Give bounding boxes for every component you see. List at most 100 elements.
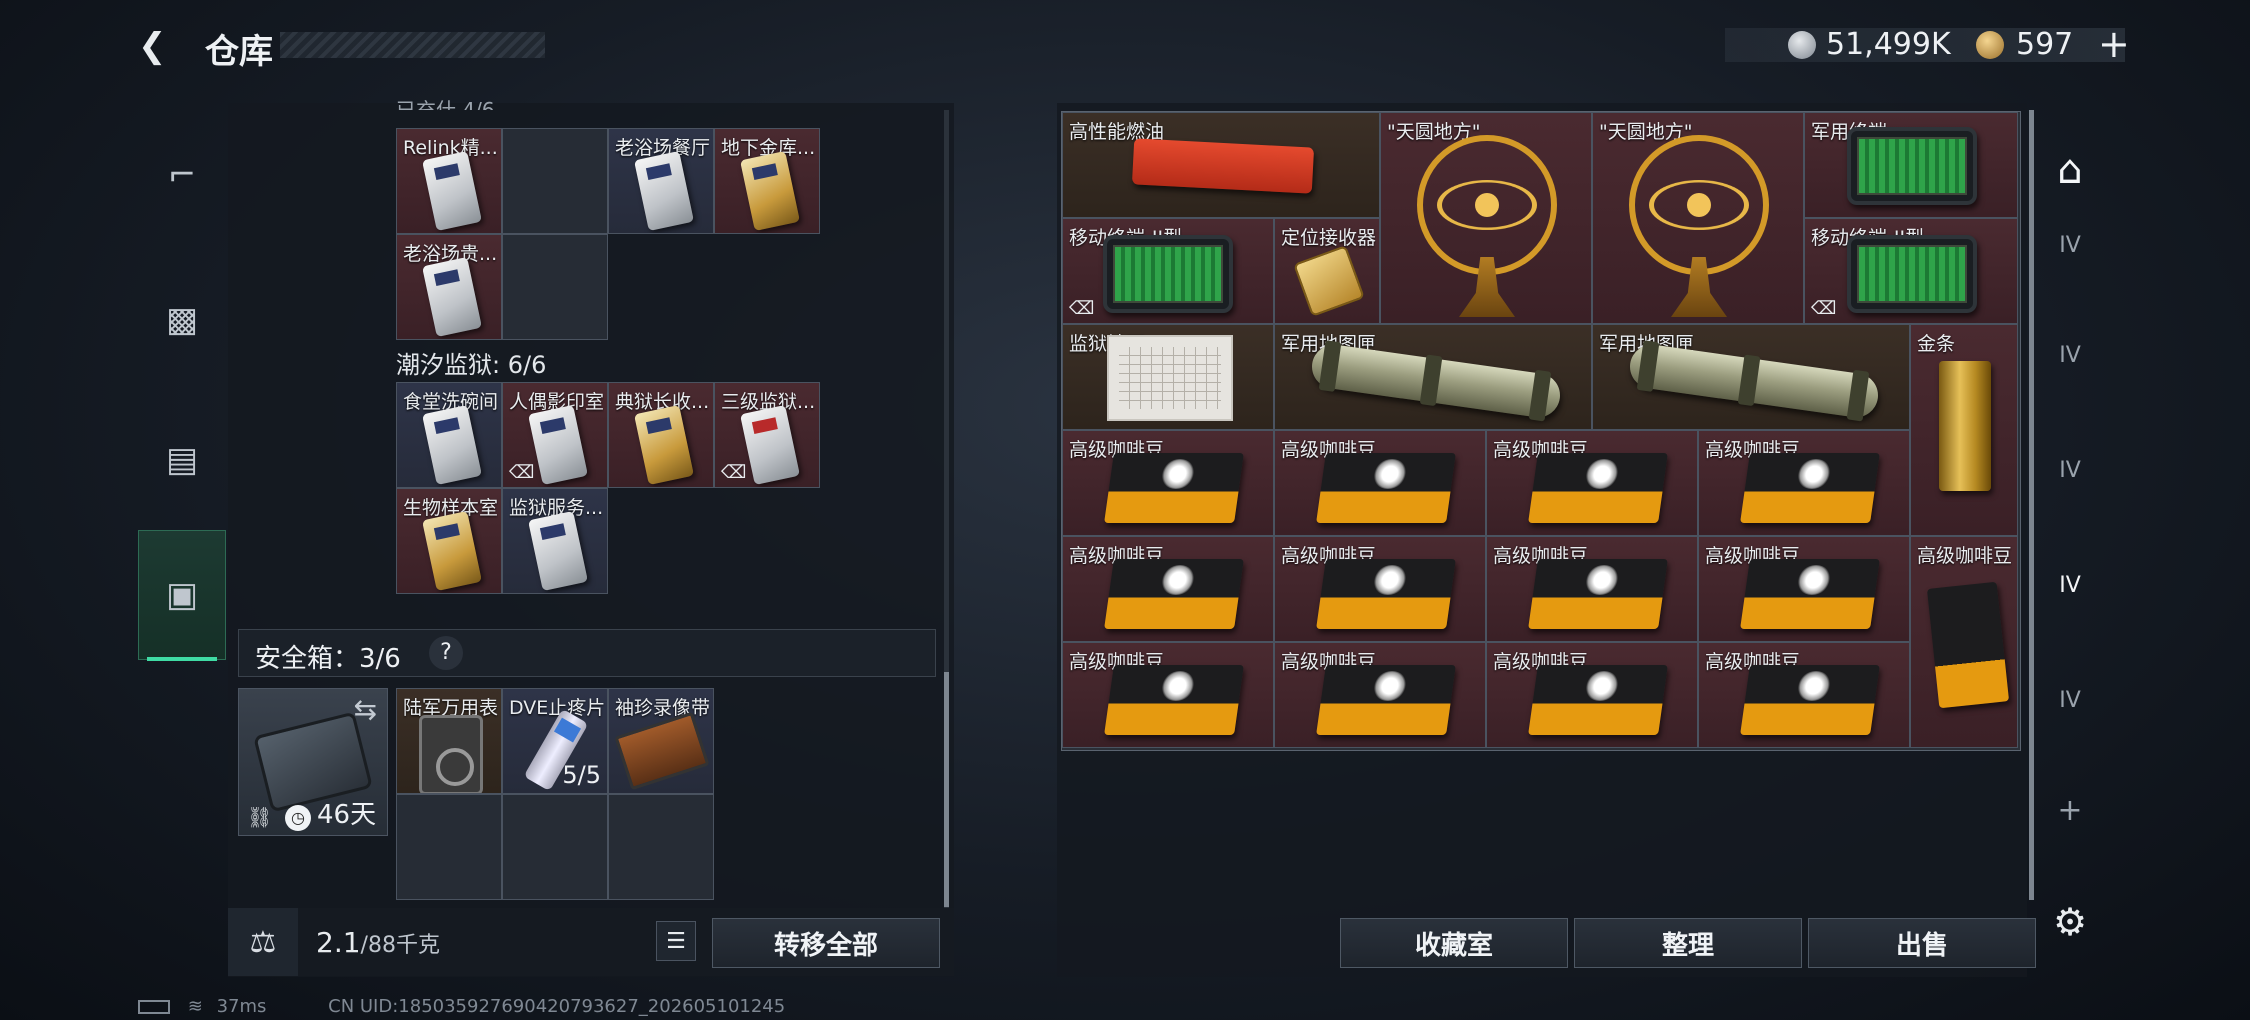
storage-item[interactable]: 高级咖啡豆 xyxy=(1910,536,2018,748)
keycard-icon xyxy=(422,511,482,591)
keycard-slot[interactable]: 食堂洗碗间 xyxy=(396,382,502,488)
keycard-slot[interactable]: 监狱服务... xyxy=(502,488,608,594)
add-currency-button[interactable]: + xyxy=(2098,22,2130,66)
keycard-slot[interactable]: Relink精... xyxy=(396,128,502,234)
keycard-slot[interactable]: 生物样本室 xyxy=(396,488,502,594)
storage-item[interactable]: 高级咖啡豆 xyxy=(1698,430,1910,536)
storage-item[interactable]: 军用终端 xyxy=(1804,112,2018,218)
settings-button[interactable]: ⚙ xyxy=(2040,892,2100,952)
lock-icon: ⛓ xyxy=(247,805,273,829)
storage-page-label: IV xyxy=(2059,572,2081,598)
safe-box-label: 安全箱：3/6 xyxy=(255,644,401,674)
tab-backpack[interactable]: ▩ xyxy=(138,255,226,385)
back-button[interactable]: ❮ xyxy=(138,28,178,64)
storage-item[interactable]: 高级咖啡豆 xyxy=(1062,642,1274,748)
storage-item[interactable]: 高级咖啡豆 xyxy=(1062,430,1274,536)
keycard-slot[interactable]: 地下金库... xyxy=(714,128,820,234)
safe-item-slot[interactable]: DVE止疼片 5/5 xyxy=(502,688,608,794)
storage-item[interactable]: 高级咖啡豆 xyxy=(1062,536,1274,642)
coffee-bag-icon xyxy=(1740,453,1880,523)
help-icon[interactable]: ? xyxy=(429,636,463,670)
storage-item[interactable]: 移动终端-II型 ⌫ xyxy=(1062,218,1274,324)
wifi-icon: ≋ xyxy=(187,996,203,1017)
organize-button[interactable]: 整理 xyxy=(1574,918,1802,968)
storage-item[interactable]: 高级咖啡豆 xyxy=(1698,536,1910,642)
coffee-bag-icon xyxy=(1104,559,1244,629)
storage-item[interactable]: 高级咖啡豆 xyxy=(1486,642,1698,748)
tab-weapons[interactable]: ⌐ xyxy=(138,110,226,240)
no-trade-icon: ⌫ xyxy=(1811,298,1837,319)
keycard-icon xyxy=(740,405,800,485)
storage-item[interactable]: 金条 xyxy=(1910,324,2018,536)
gear-icon: ⚙ xyxy=(2052,900,2088,944)
safe-item-slot[interactable]: 袖珍录像带 xyxy=(608,688,714,794)
storage-item[interactable]: 高级咖啡豆 xyxy=(1274,430,1486,536)
storage-scrollbar[interactable] xyxy=(2029,110,2034,900)
keycard-icon xyxy=(422,405,482,485)
storage-page-tab-active[interactable]: IV xyxy=(2040,555,2100,615)
keycard-slot[interactable]: 人偶影印室 ⌫ xyxy=(502,382,608,488)
storage-page-tab[interactable]: IV xyxy=(2040,215,2100,275)
coffee-bag-icon xyxy=(1528,665,1668,735)
tab-safehouse[interactable]: ⌂ xyxy=(2040,140,2100,200)
sell-button[interactable]: 出售 xyxy=(1808,918,2036,968)
storage-item[interactable]: 高级咖啡豆 xyxy=(1486,536,1698,642)
weight-current: 2.1 xyxy=(316,926,361,959)
item-label: 金条 xyxy=(1917,333,1956,355)
coffee-bag-icon xyxy=(1316,665,1456,735)
storage-item[interactable]: 军用地图匣 xyxy=(1274,324,1592,430)
map-tube-icon xyxy=(1627,340,1881,422)
list-view-button[interactable]: ☰ xyxy=(656,921,696,961)
collection-room-button[interactable]: 收藏室 xyxy=(1340,918,1568,968)
pistol-icon: ⌐ xyxy=(167,155,197,195)
empty-slot[interactable] xyxy=(502,128,608,234)
briefcase-icon: ▣ xyxy=(165,575,199,615)
safe-item-slot[interactable]: 陆军万用表 xyxy=(396,688,502,794)
map-icon xyxy=(1107,335,1233,421)
empty-slot[interactable] xyxy=(396,794,502,900)
empty-slot[interactable] xyxy=(502,234,608,340)
coffee-bag-icon xyxy=(1528,559,1668,629)
storage-item[interactable]: "天圆地方" xyxy=(1592,112,1804,324)
keycard-slot[interactable]: 老浴场贵... xyxy=(396,234,502,340)
empty-slot[interactable] xyxy=(502,794,608,900)
safe-days-remaining: 46天 xyxy=(317,800,377,830)
add-storage-page-button[interactable]: + xyxy=(2040,780,2100,840)
empty-slot[interactable] xyxy=(608,794,714,900)
swap-icon[interactable]: ⇆ xyxy=(354,693,377,726)
left-scroll-thumb[interactable] xyxy=(944,672,949,907)
terminal-icon xyxy=(1847,235,1977,313)
storage-item[interactable]: 监狱地图 xyxy=(1062,324,1274,430)
transfer-all-button[interactable]: 转移全部 xyxy=(712,918,940,968)
storage-item[interactable]: 军用地图匣 xyxy=(1592,324,1910,430)
keycard-icon xyxy=(422,151,482,231)
currency-silver-value: 51,499K xyxy=(1826,27,1951,62)
storage-page-tab[interactable]: IV xyxy=(2040,670,2100,730)
keycard-slot[interactable]: 典狱长收... xyxy=(608,382,714,488)
storage-item[interactable]: 定位接收器 xyxy=(1274,218,1380,324)
list-icon: ☰ xyxy=(666,928,686,954)
storage-item[interactable]: 高性能燃油 xyxy=(1062,112,1380,218)
storage-item[interactable]: 高级咖啡豆 xyxy=(1274,536,1486,642)
storage-page-tab[interactable]: IV xyxy=(2040,325,2100,385)
storage-item[interactable]: "天圆地方" xyxy=(1380,112,1592,324)
tab-safe-box[interactable]: ▣ xyxy=(138,530,226,661)
storage-item[interactable]: 高级咖啡豆 xyxy=(1274,642,1486,748)
currency-gold-value: 597 xyxy=(2016,27,2074,62)
storage-item[interactable]: 移动终端-II型 ⌫ xyxy=(1804,218,2018,324)
map-tube-icon xyxy=(1309,340,1563,422)
multimeter-icon xyxy=(419,715,483,793)
safe-box-container[interactable]: ⇆ ⛓ ◷ 46天 xyxy=(238,688,388,836)
storage-page-tab[interactable]: IV xyxy=(2040,440,2100,500)
storage-page-label: IV xyxy=(2059,457,2081,483)
storage-page-label: IV xyxy=(2059,342,2081,368)
storage-page-label: IV xyxy=(2059,232,2081,258)
weight-display: 2.1/88千克 xyxy=(316,926,440,959)
keycard-slot[interactable]: 老浴场餐厅 xyxy=(608,128,714,234)
storage-item[interactable]: 高级咖啡豆 xyxy=(1698,642,1910,748)
weight-lock-button[interactable]: ⚖ xyxy=(228,908,298,976)
terminal-icon xyxy=(1847,127,1977,205)
keycard-slot[interactable]: 三级监狱... ⌫ xyxy=(714,382,820,488)
tab-vest[interactable]: ▤ xyxy=(138,395,226,525)
storage-item[interactable]: 高级咖啡豆 xyxy=(1486,430,1698,536)
